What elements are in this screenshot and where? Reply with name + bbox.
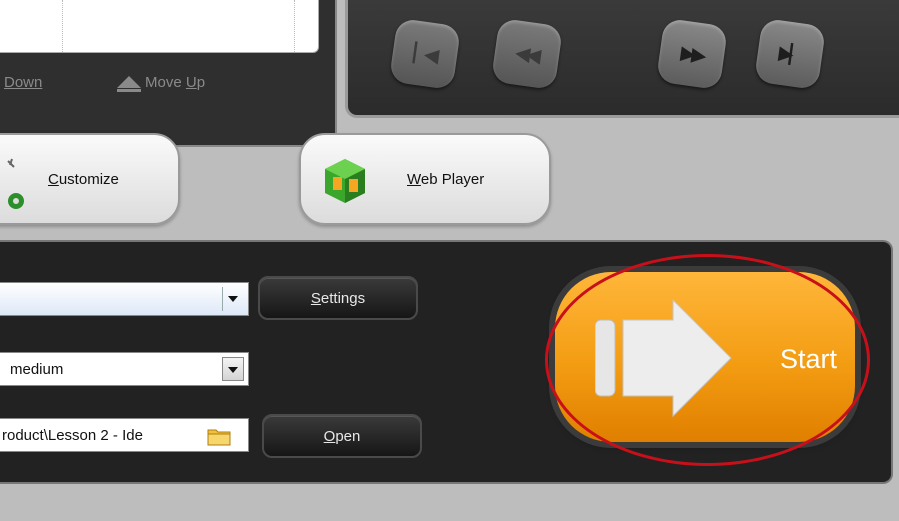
settings-button[interactable]: Settings (258, 276, 418, 320)
web-player-label-rest: eb Player (420, 171, 485, 188)
move-up-label-key: U (185, 74, 197, 91)
skip-back-icon: ▏◀ (412, 42, 438, 65)
chevron-down-icon[interactable] (222, 357, 244, 381)
fast-forward-button[interactable]: ▶▶ (655, 17, 729, 91)
open-button[interactable]: Open (262, 414, 422, 458)
output-path-value: roduct\Lesson 2 - Ide (2, 426, 143, 444)
start-label: Start (779, 344, 837, 374)
list-column-divider (62, 0, 63, 52)
output-path-field[interactable]: roduct\Lesson 2 - Ide (0, 418, 249, 452)
folder-icon[interactable] (207, 426, 231, 446)
start-arrow-icon (595, 298, 732, 418)
arrow-up-icon (117, 76, 141, 92)
quality-select-value: medium (10, 360, 64, 378)
skip-forward-icon: ▶▏ (777, 42, 803, 65)
gear-icon (7, 158, 24, 209)
format-select[interactable] (0, 282, 249, 316)
move-down-button[interactable]: Down (4, 74, 42, 91)
move-up-label-pre: Move (145, 74, 186, 91)
open-label-rest: pen (335, 427, 361, 445)
settings-label-rest: ettings (320, 289, 366, 307)
chevron-down-icon[interactable] (222, 287, 244, 311)
move-up-button[interactable]: Move Up (117, 74, 206, 92)
move-up-label-post: p (196, 74, 206, 91)
open-label-key: O (323, 427, 336, 445)
customize-button[interactable]: Customize (0, 133, 180, 225)
settings-label-key: S (310, 289, 321, 307)
web-player-button[interactable]: Web Player (299, 133, 551, 225)
move-down-label: Down (4, 74, 43, 91)
customize-label-key: C (48, 171, 59, 188)
start-button[interactable]: Start (555, 272, 855, 442)
customize-label-rest: ustomize (58, 171, 119, 188)
list-column-divider (294, 0, 295, 52)
playlist-listbox[interactable] (0, 0, 319, 53)
web-player-label-key: W (407, 171, 421, 188)
player-controls-panel: ▏◀ ◀◀ ▶▶ ▶▏ (345, 0, 899, 118)
rewind-icon: ◀◀ (514, 42, 540, 65)
next-track-button[interactable]: ▶▏ (753, 17, 827, 91)
rewind-button[interactable]: ◀◀ (490, 17, 564, 91)
fast-forward-icon: ▶▶ (679, 42, 705, 65)
previous-track-button[interactable]: ▏◀ (388, 17, 462, 91)
quality-select[interactable]: medium (0, 352, 249, 386)
web-player-cube-icon (325, 159, 365, 203)
